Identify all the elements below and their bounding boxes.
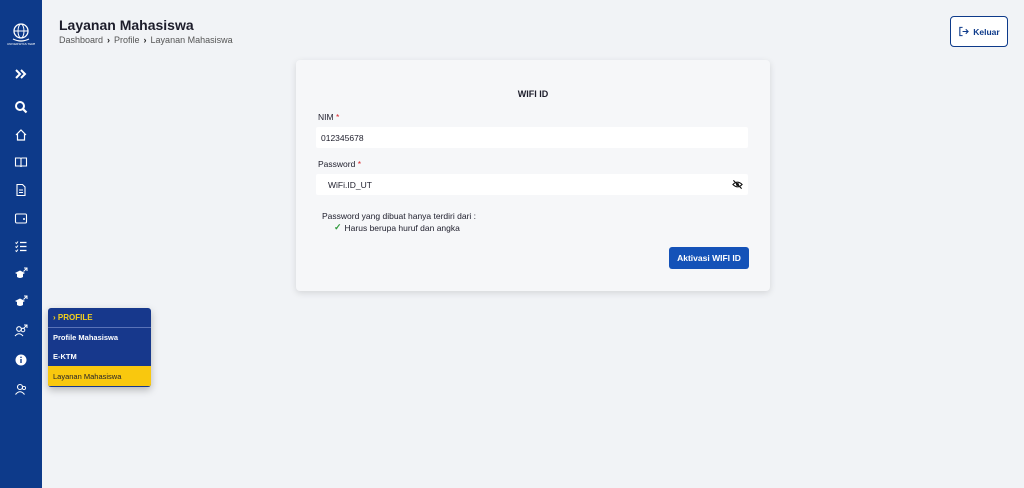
flyout-item-profile-mahasiswa[interactable]: Profile Mahasiswa bbox=[48, 328, 151, 347]
logo: UNIVERSITAS TERBUKA bbox=[7, 22, 35, 48]
breadcrumb-current: Layanan Mahasiswa bbox=[150, 35, 233, 45]
password-input[interactable]: WiFi.ID_UT bbox=[316, 174, 748, 195]
check-icon: ✓ bbox=[334, 222, 342, 232]
wallet-icon[interactable] bbox=[11, 208, 31, 228]
flyout-header[interactable]: › PROFILE bbox=[48, 308, 151, 328]
info-icon[interactable] bbox=[11, 350, 31, 370]
password-rule: ✓ Harus berupa huruf dan angka bbox=[334, 222, 460, 233]
chevron-right-icon: › bbox=[143, 35, 147, 45]
expand-chevrons-icon[interactable] bbox=[11, 64, 31, 84]
password-value: WiFi.ID_UT bbox=[328, 179, 372, 190]
flyout-item-layanan-mahasiswa[interactable]: Layanan Mahasiswa bbox=[48, 366, 151, 386]
wifi-id-card: WIFI ID NIM * 012345678 Password * WiFi.… bbox=[296, 60, 770, 291]
home-icon[interactable] bbox=[11, 125, 31, 145]
book-icon[interactable] bbox=[11, 152, 31, 172]
logout-label: Keluar bbox=[973, 26, 1000, 37]
profile-flyout-menu: › PROFILE Profile Mahasiswa E-KTM Layana… bbox=[48, 308, 151, 387]
breadcrumb-profile[interactable]: Profile bbox=[114, 35, 140, 45]
nim-label: NIM * bbox=[318, 112, 340, 122]
search-icon[interactable] bbox=[11, 97, 31, 117]
breadcrumb-dashboard[interactable]: Dashboard bbox=[59, 35, 103, 45]
required-mark: * bbox=[335, 112, 340, 122]
flyout-item-e-ktm[interactable]: E-KTM bbox=[48, 347, 151, 366]
required-mark: * bbox=[357, 159, 362, 169]
password-rule-text: Harus berupa huruf dan angka bbox=[344, 222, 460, 233]
activate-wifi-button[interactable]: Aktivasi WIFI ID bbox=[669, 247, 749, 269]
user-profile-icon[interactable] bbox=[11, 379, 31, 399]
checklist-icon[interactable] bbox=[11, 236, 31, 256]
eye-slash-icon[interactable] bbox=[732, 179, 743, 190]
password-label: Password * bbox=[318, 159, 362, 169]
logo-text: UNIVERSITAS TERBUKA bbox=[7, 42, 35, 46]
graduation-cap-external-icon[interactable] bbox=[11, 264, 31, 284]
card-title: WIFI ID bbox=[517, 89, 549, 99]
chevron-right-icon: › bbox=[107, 35, 111, 45]
password-hint: Password yang dibuat hanya terdiri dari … bbox=[322, 211, 477, 221]
document-icon[interactable] bbox=[11, 180, 31, 200]
graduation-cap-external-icon[interactable] bbox=[11, 292, 31, 312]
logout-icon bbox=[959, 26, 970, 37]
breadcrumb: Dashboard › Profile › Layanan Mahasiswa bbox=[59, 35, 233, 45]
globe-emblem-icon bbox=[12, 23, 30, 42]
page-title: Layanan Mahasiswa bbox=[59, 17, 194, 33]
sidebar: UNIVERSITAS TERBUKA bbox=[0, 0, 42, 488]
users-external-icon[interactable] bbox=[11, 321, 31, 341]
logout-button[interactable]: Keluar bbox=[950, 16, 1008, 47]
nim-input[interactable]: 012345678 bbox=[316, 127, 748, 148]
